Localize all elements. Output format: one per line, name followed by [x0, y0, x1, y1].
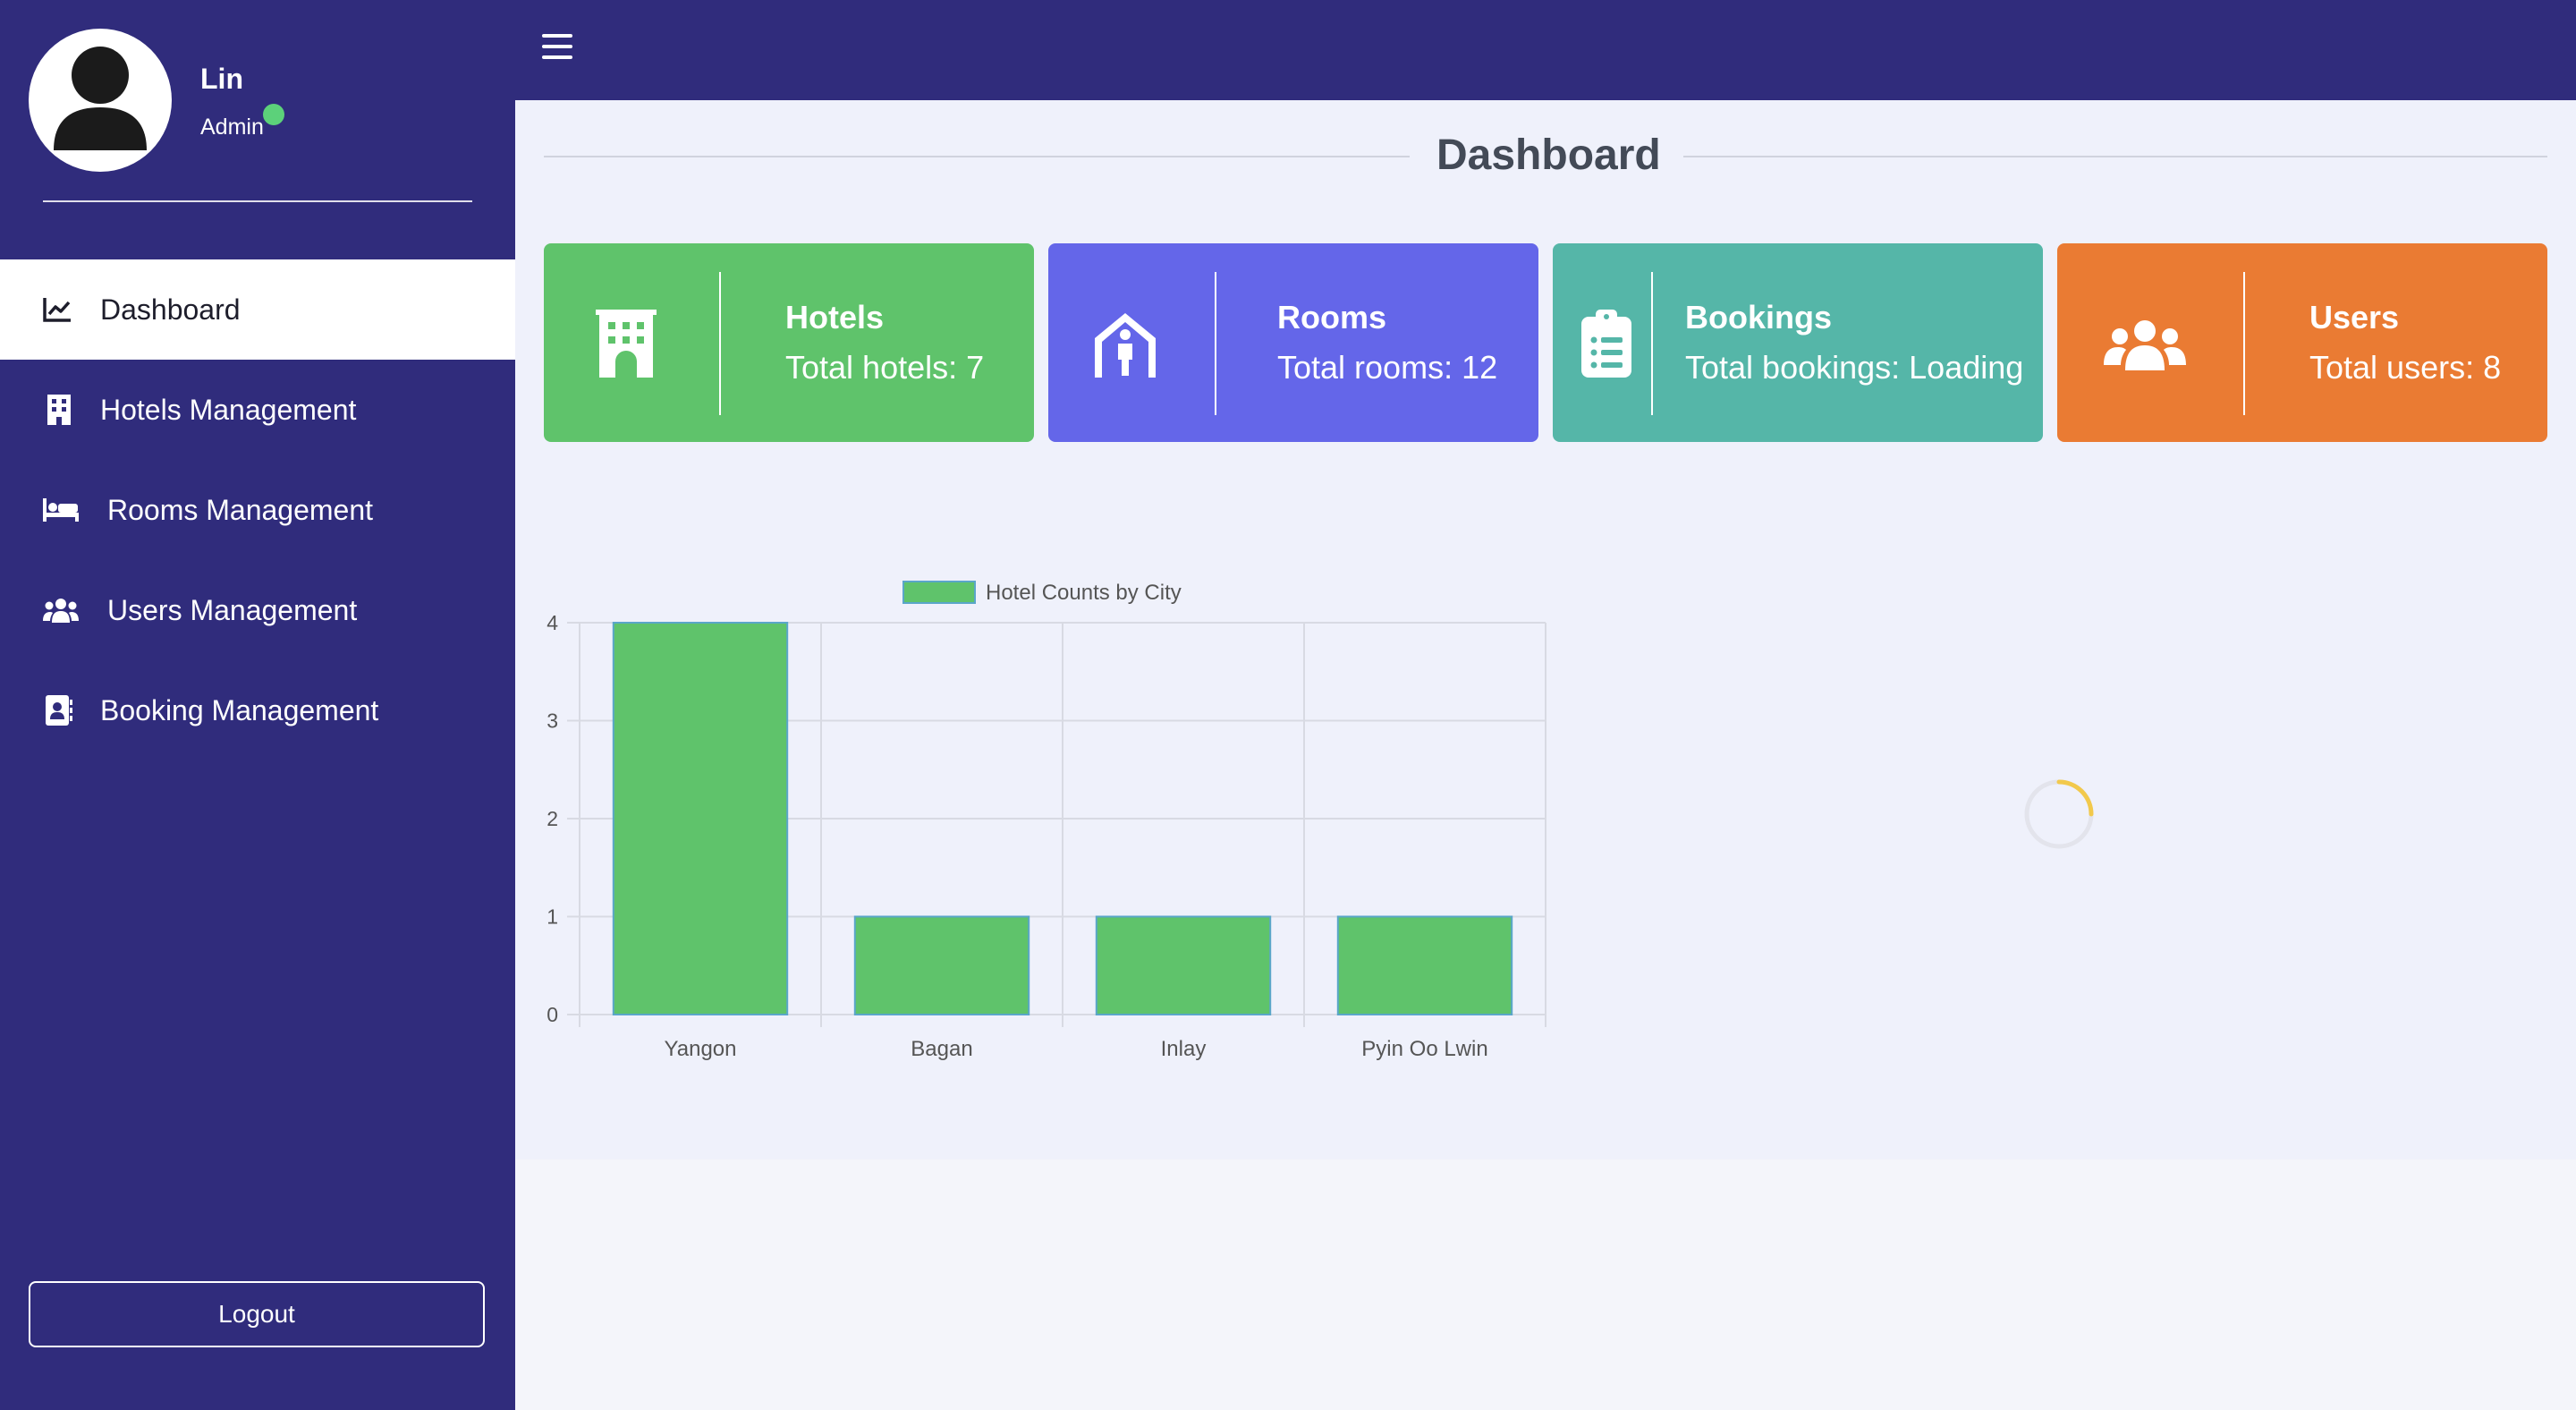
rooms-card: Rooms Total rooms: 12: [1048, 243, 1538, 442]
card-divider: [1651, 272, 1653, 415]
sidebar-item-hotels[interactable]: Hotels Management: [0, 360, 515, 460]
lower-background: [515, 1159, 2576, 1410]
y-tick-label: 3: [547, 709, 558, 733]
hotel-icon: [590, 308, 662, 379]
hotels-card: Hotels Total hotels: 7: [544, 243, 1034, 442]
card-value: Total users: 8: [2309, 349, 2502, 386]
x-tick-label: Pyin Oo Lwin: [1361, 1037, 1487, 1061]
bookings-card: Bookings Total bookings: Loading: [1553, 243, 2043, 442]
sidebar-item-users[interactable]: Users Management: [0, 560, 515, 660]
sidebar-item-label: Hotels Management: [100, 393, 357, 426]
bar-yangon: [612, 622, 789, 1015]
x-tick-label: Inlay: [1161, 1037, 1207, 1061]
sidebar-item-label: Booking Management: [100, 693, 379, 726]
line-chart-icon: [39, 292, 75, 327]
users-icon: [41, 592, 80, 628]
bar-bagan: [853, 915, 1030, 1015]
card-title: Hotels: [785, 299, 885, 336]
hotel-counts-bar-chart: 0 1 2 3 4 Yangon Bagan Inlay Pyin Oo Lwin Hotel C…: [547, 581, 1546, 1061]
y-tick-label: 0: [547, 1003, 558, 1026]
page-title: Dashboard: [1436, 132, 1661, 179]
person-booth-icon: [1089, 308, 1161, 379]
card-divider: [719, 272, 721, 415]
users-icon: [2102, 308, 2188, 379]
sidebar: Lin Admin Dashboard Hotels Management Ro…: [0, 0, 515, 1410]
card-value: Total rooms: 12: [1277, 349, 1498, 386]
user-role: Admin: [200, 115, 264, 140]
legend-swatch: [902, 581, 976, 604]
card-title: Bookings: [1685, 299, 1833, 336]
loading-spinner-icon: [2024, 779, 2094, 849]
address-book-icon: [41, 692, 77, 728]
sidebar-divider: [43, 200, 472, 202]
user-name: Lin: [200, 63, 243, 95]
x-tick-label: Bagan: [911, 1037, 972, 1061]
bar-inlay: [1095, 915, 1272, 1015]
hamburger-menu-icon[interactable]: [542, 34, 572, 63]
users-card: Users Total users: 8: [2057, 243, 2547, 442]
card-divider: [1215, 272, 1216, 415]
online-status-dot: [263, 104, 284, 125]
card-title: Rooms: [1277, 299, 1387, 336]
card-title: Users: [2309, 299, 2400, 336]
legend-label: Hotel Counts by City: [986, 581, 1182, 605]
sidebar-item-booking[interactable]: Booking Management: [0, 660, 515, 760]
x-tick-label: Yangon: [665, 1037, 737, 1061]
bar-pyin-oo-lwin: [1336, 915, 1513, 1015]
y-tick-label: 4: [547, 611, 558, 634]
building-icon: [41, 392, 77, 428]
y-tick-label: 2: [547, 807, 558, 830]
clipboard-list-icon: [1571, 308, 1642, 379]
sidebar-item-label: Rooms Management: [107, 493, 374, 526]
title-divider-right: [1683, 156, 2547, 157]
y-tick-label: 1: [547, 905, 558, 929]
bed-icon: [41, 492, 80, 528]
card-divider: [2243, 272, 2245, 415]
avatar: [29, 29, 172, 172]
sidebar-item-label: Dashboard: [100, 293, 241, 326]
sidebar-item-label: Users Management: [107, 593, 358, 626]
sidebar-item-rooms[interactable]: Rooms Management: [0, 460, 515, 560]
sidebar-item-dashboard[interactable]: Dashboard: [0, 259, 515, 360]
card-value: Total bookings: Loading: [1685, 349, 2024, 386]
card-value: Total hotels: 7: [785, 349, 985, 386]
title-divider-left: [544, 156, 1410, 157]
logout-button[interactable]: Logout: [29, 1281, 485, 1347]
user-avatar-icon: [54, 47, 147, 150]
top-bar: [515, 0, 2576, 100]
